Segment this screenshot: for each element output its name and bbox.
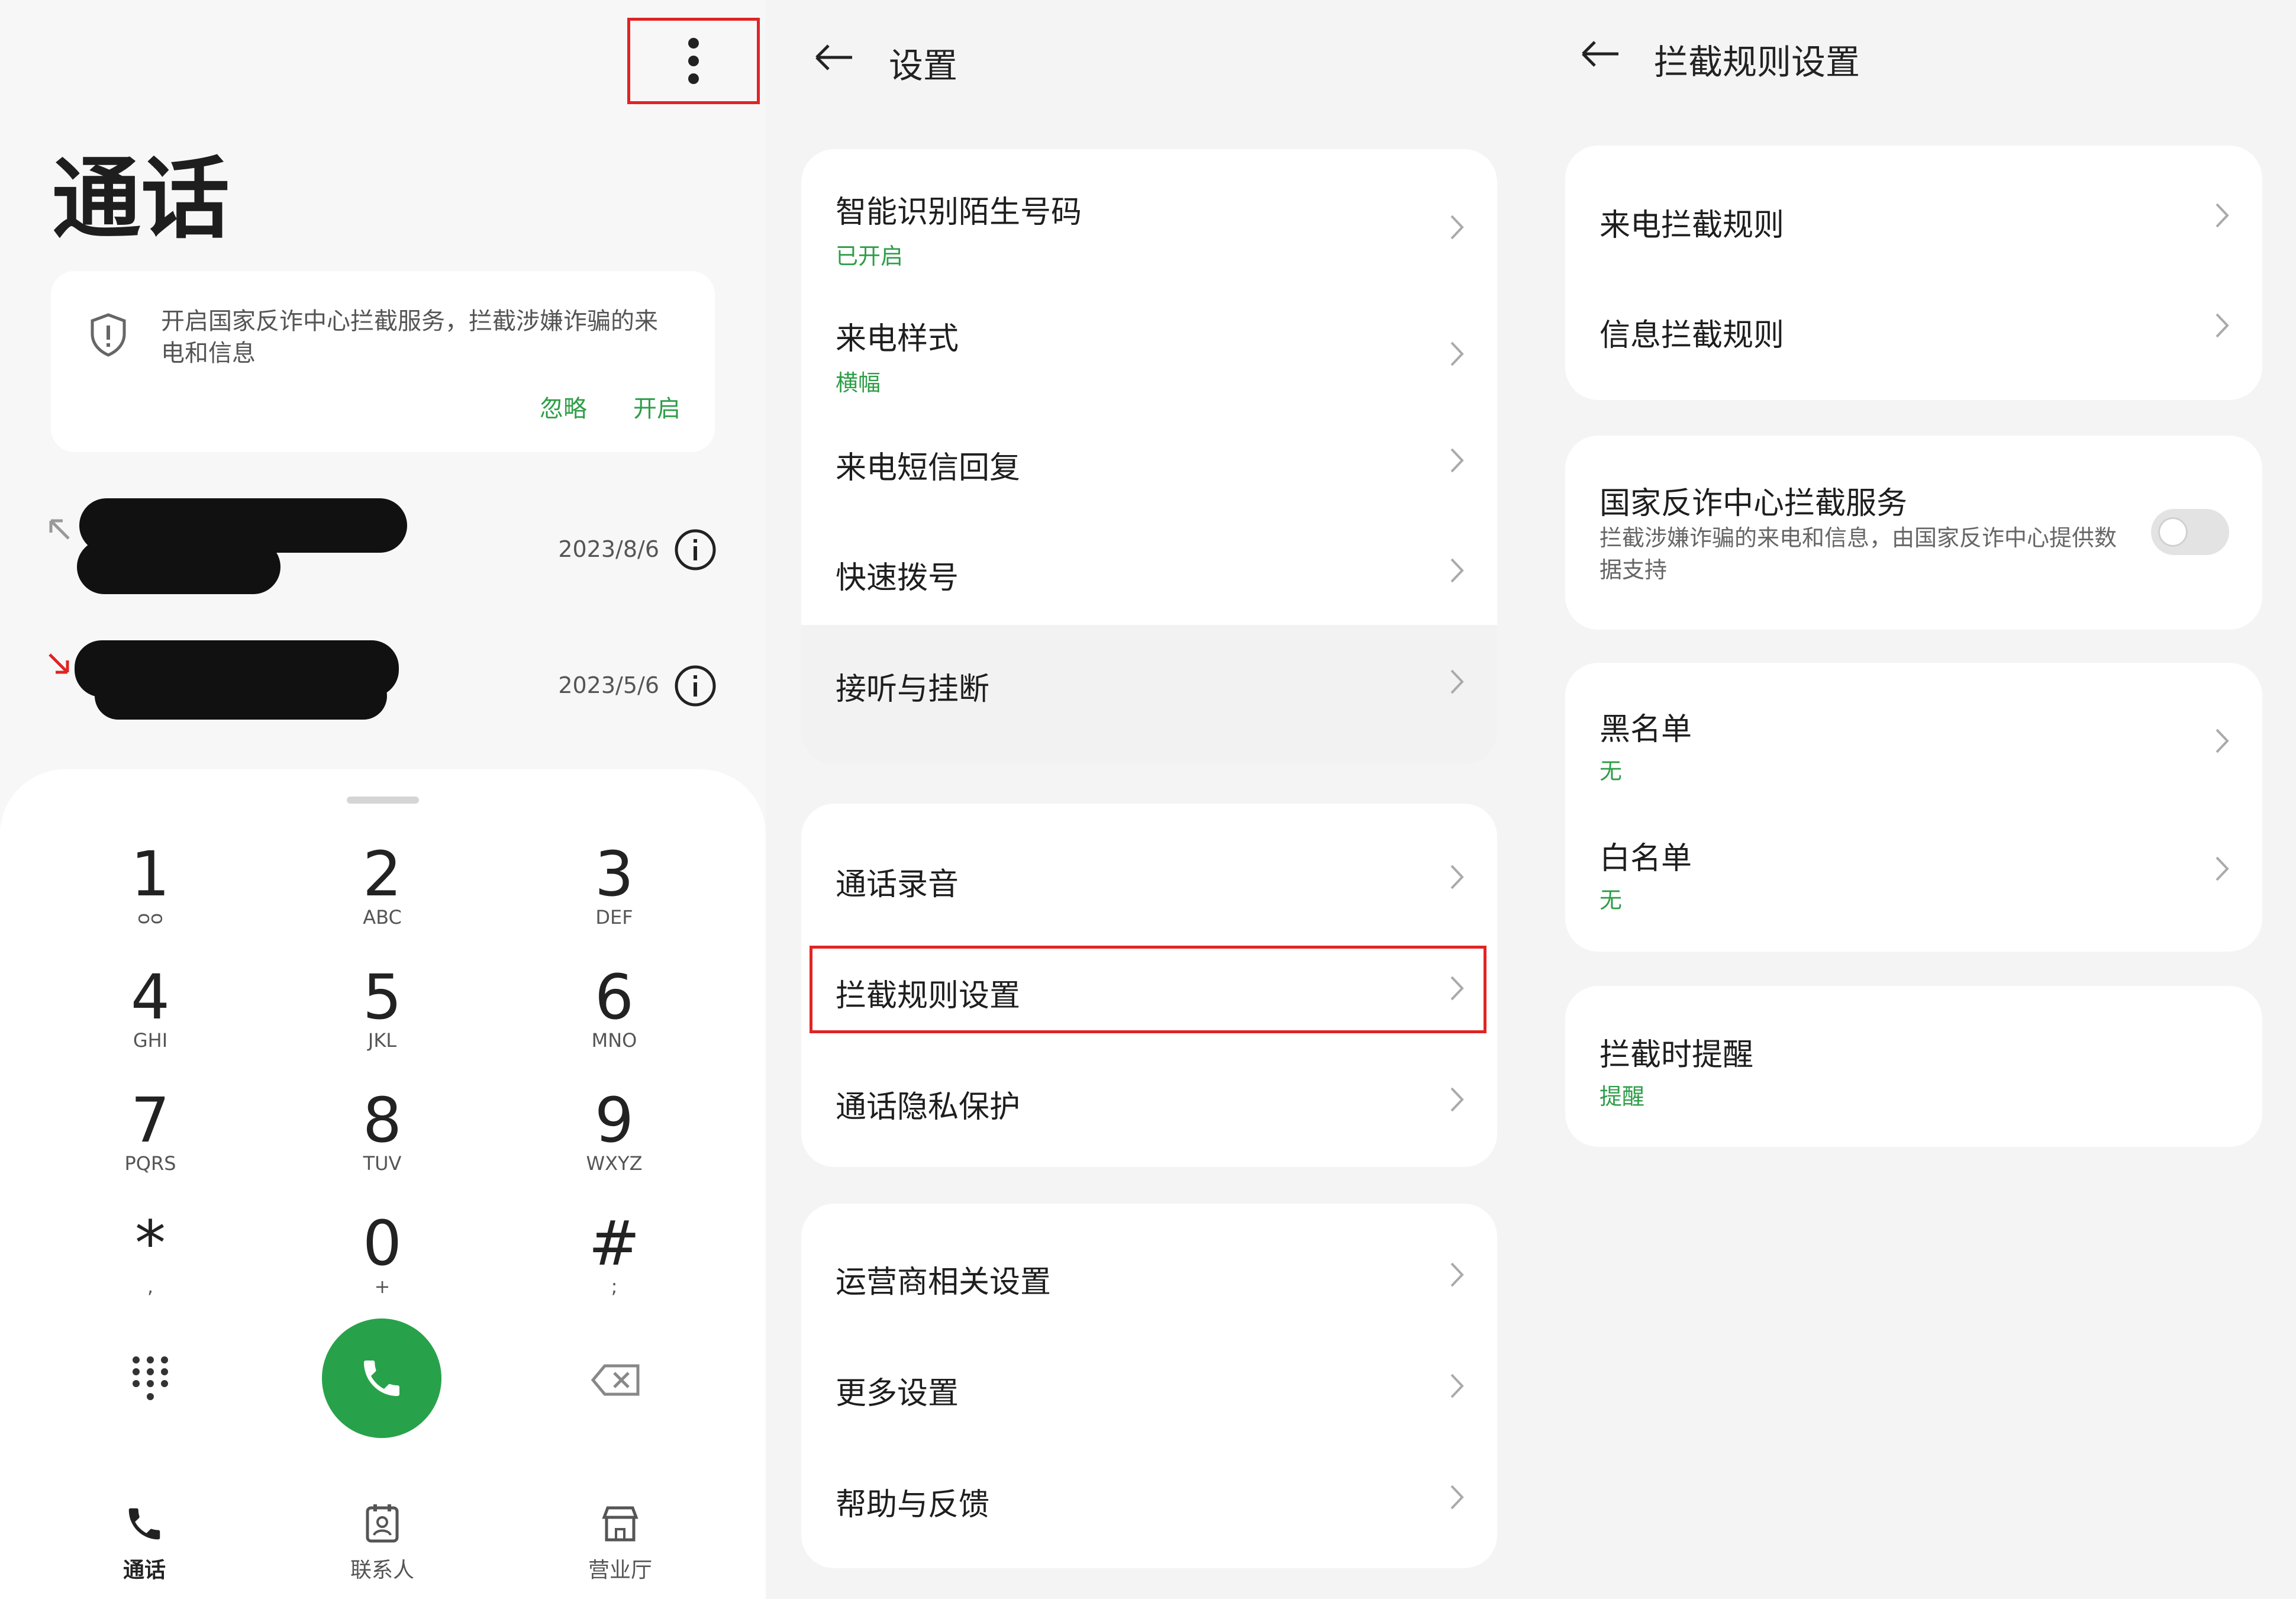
key-7[interactable]: 7 PQRS xyxy=(62,1088,239,1194)
call-date: 2023/8/6 xyxy=(558,536,659,562)
phone-icon xyxy=(364,1361,399,1396)
key-4[interactable]: 4 GHI xyxy=(62,965,239,1071)
shield-icon xyxy=(91,313,126,357)
whitelist-row[interactable]: 白名单 无 xyxy=(1565,807,2262,952)
antifraud-toggle[interactable] xyxy=(2151,509,2229,555)
tab-calls[interactable]: 通话 xyxy=(73,1503,215,1584)
more-options-button[interactable] xyxy=(627,18,760,104)
tab-contacts[interactable]: 联系人 xyxy=(311,1503,453,1584)
chevron-right-icon xyxy=(2216,856,2229,881)
chevron-right-icon xyxy=(1450,669,1464,694)
key-9[interactable]: 9 WXYZ xyxy=(525,1088,703,1194)
dialer-screen: 通话 开启国家反诈中心拦截服务，拦截涉嫌诈骗的来电和信息 忽略 开启 2023/… xyxy=(0,0,766,1599)
more-vertical-icon xyxy=(688,38,699,84)
setting-call-style[interactable]: 来电样式 横幅 xyxy=(801,276,1497,404)
key-3[interactable]: 3 DEF xyxy=(525,842,703,948)
back-arrow-icon[interactable] xyxy=(1579,39,1621,69)
chevron-right-icon xyxy=(2216,728,2229,753)
setting-help[interactable]: 帮助与反馈 xyxy=(801,1446,1497,1568)
backspace-icon[interactable] xyxy=(591,1363,641,1397)
settings-group-3: 运营商相关设置 更多设置 帮助与反馈 xyxy=(801,1204,1497,1568)
highlight-box xyxy=(810,946,1486,1033)
rules-card: 来电拦截规则 信息拦截规则 xyxy=(1565,146,2262,400)
chevron-right-icon xyxy=(1450,558,1464,583)
page-title: 设置 xyxy=(889,46,958,86)
block-rules-screen: 拦截规则设置 来电拦截规则 信息拦截规则 国家反诈中心拦截服务 拦截涉嫌诈骗的来… xyxy=(1538,0,2296,1599)
lists-card: 黑名单 无 白名单 无 xyxy=(1565,663,2262,952)
phone-icon xyxy=(128,1508,160,1540)
setting-smart-identify[interactable]: 智能识别陌生号码 已开启 xyxy=(801,149,1497,276)
info-icon[interactable] xyxy=(673,528,717,572)
call-log-row[interactable]: 2023/8/6 xyxy=(0,489,766,607)
call-log-row[interactable]: 2023/5/6 xyxy=(0,625,766,743)
call-date: 2023/5/6 xyxy=(558,672,659,698)
toggle-knob xyxy=(2158,517,2188,547)
outgoing-call-icon xyxy=(49,519,70,540)
chevron-right-icon xyxy=(1450,1374,1464,1398)
blacklist-row[interactable]: 黑名单 无 xyxy=(1565,663,2262,807)
setting-answer-hangup[interactable]: 接听与挂断 xyxy=(801,625,1497,765)
key-0[interactable]: 0 + xyxy=(294,1211,471,1317)
ignore-button[interactable]: 忽略 xyxy=(540,389,587,424)
chevron-right-icon xyxy=(2216,203,2229,228)
reminder-card: 拦截时提醒 提醒 xyxy=(1565,986,2262,1147)
chevron-right-icon xyxy=(2216,313,2229,338)
message-rules[interactable]: 信息拦截规则 xyxy=(1565,276,2262,400)
chevron-right-icon xyxy=(1450,215,1464,240)
key-8[interactable]: 8 TUV xyxy=(294,1088,471,1194)
settings-header: 设置 xyxy=(766,0,1538,118)
chevron-right-icon xyxy=(1450,448,1464,473)
chevron-right-icon xyxy=(1450,341,1464,366)
key-2[interactable]: 2 ABC xyxy=(294,842,471,948)
antifraud-service-row: 国家反诈中心拦截服务 拦截涉嫌诈骗的来电和信息，由国家反诈中心提供数据支持 xyxy=(1565,436,2262,630)
block-reminder-row[interactable]: 拦截时提醒 提醒 xyxy=(1565,986,2262,1147)
redacted-number xyxy=(95,672,387,720)
setting-sms-reply[interactable]: 来电短信回复 xyxy=(801,404,1497,514)
page-title: 拦截规则设置 xyxy=(1654,42,1860,82)
chevron-right-icon xyxy=(1450,1485,1464,1510)
antifraud-notice-card: 开启国家反诈中心拦截服务，拦截涉嫌诈骗的来电和信息 忽略 开启 xyxy=(51,271,715,452)
setting-call-recording[interactable]: 通话录音 xyxy=(801,804,1497,937)
key-6[interactable]: 6 MNO xyxy=(525,965,703,1071)
back-arrow-icon[interactable] xyxy=(813,43,854,72)
call-button[interactable] xyxy=(322,1318,441,1438)
settings-group-1: 智能识别陌生号码 已开启 来电样式 横幅 来电短信回复 快速拨号 接听与挂断 xyxy=(801,149,1497,765)
key-hash[interactable]: #; xyxy=(525,1211,703,1317)
setting-call-privacy[interactable]: 通话隐私保护 xyxy=(801,1049,1497,1167)
key-5[interactable]: 5 JKL xyxy=(294,965,471,1071)
chevron-right-icon xyxy=(1450,1087,1464,1112)
setting-carrier[interactable]: 运营商相关设置 xyxy=(801,1204,1497,1335)
dialpad-toggle-icon[interactable] xyxy=(131,1355,169,1403)
drag-handle[interactable] xyxy=(347,797,419,804)
incoming-call-rules[interactable]: 来电拦截规则 xyxy=(1565,146,2262,276)
key-1[interactable]: 1 ᴑᴑ xyxy=(62,842,239,948)
tab-label: 通话 xyxy=(122,1558,166,1582)
tab-store[interactable]: 营业厅 xyxy=(549,1503,691,1584)
chevron-right-icon xyxy=(1450,1262,1464,1287)
block-rules-header: 拦截规则设置 xyxy=(1538,0,2296,118)
enable-button[interactable]: 开启 xyxy=(633,389,681,424)
setting-speed-dial[interactable]: 快速拨号 xyxy=(801,514,1497,625)
tab-label: 营业厅 xyxy=(588,1558,652,1582)
contacts-icon xyxy=(366,1504,399,1543)
antifraud-card: 国家反诈中心拦截服务 拦截涉嫌诈骗的来电和信息，由国家反诈中心提供数据支持 xyxy=(1565,436,2262,630)
setting-more[interactable]: 更多设置 xyxy=(801,1335,1497,1446)
tab-label: 联系人 xyxy=(350,1558,414,1582)
page-title: 通话 xyxy=(52,148,230,251)
settings-screen: 设置 智能识别陌生号码 已开启 来电样式 横幅 来电短信回复 快速拨号 接听与挂… xyxy=(766,0,1538,1599)
dialpad-sheet: 1 ᴑᴑ 2 ABC 3 DEF 4 GHI 5 JKL 6 MNO 7 PQRS 8 TUV … xyxy=(0,769,766,1599)
chevron-right-icon xyxy=(1450,865,1464,889)
key-star[interactable]: *, xyxy=(62,1211,239,1317)
notice-text: 开启国家反诈中心拦截服务，拦截涉嫌诈骗的来电和信息 xyxy=(161,308,658,367)
redacted-number xyxy=(77,540,280,594)
missed-call-icon xyxy=(49,653,69,674)
info-icon[interactable] xyxy=(673,664,717,708)
store-icon xyxy=(602,1506,639,1542)
